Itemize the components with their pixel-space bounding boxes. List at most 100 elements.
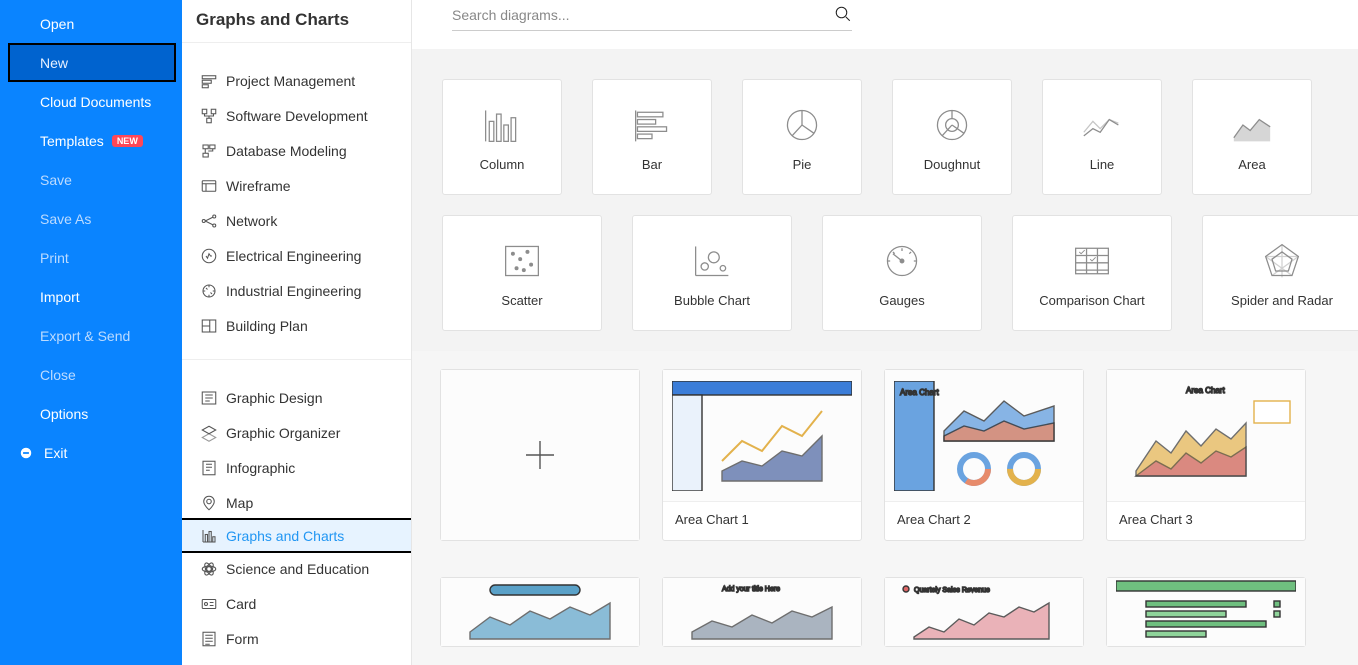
category-graphic-organizer[interactable]: Graphic Organizer bbox=[182, 415, 411, 450]
chart-type-grid-row2: Scatter Bubble Chart Gauges Comparison Char… bbox=[412, 215, 1358, 351]
menu-item-close[interactable]: Close bbox=[0, 355, 182, 394]
template-thumb: Add your title Here bbox=[663, 578, 861, 646]
chart-type-label: Bar bbox=[642, 157, 662, 172]
menu-item-label: Exit bbox=[44, 445, 67, 461]
template-row2-2[interactable]: Quartely Sales Revenue bbox=[884, 577, 1084, 647]
template-area-chart-3[interactable]: Area ChartArea Chart 3 bbox=[1106, 369, 1306, 541]
plus-icon bbox=[441, 370, 639, 540]
menu-item-save-as[interactable]: Save As bbox=[0, 199, 182, 238]
category-graphic-design[interactable]: Graphic Design bbox=[182, 380, 411, 415]
pm-icon bbox=[200, 72, 226, 90]
scatter-icon bbox=[498, 239, 546, 283]
ie-icon bbox=[200, 282, 226, 300]
nw-icon bbox=[200, 212, 226, 230]
category-wireframe[interactable]: Wireframe bbox=[182, 168, 411, 203]
template-grid-row2: Add your title Here Quartely Sales Revenu… bbox=[412, 559, 1358, 665]
chart-type-comparison[interactable]: Comparison Chart bbox=[1012, 215, 1172, 331]
wf-icon bbox=[200, 177, 226, 195]
radar-icon bbox=[1258, 239, 1306, 283]
bp-icon bbox=[200, 317, 226, 335]
category-map[interactable]: Map bbox=[182, 485, 411, 520]
chart-type-label: Column bbox=[480, 157, 525, 172]
category-label: Infographic bbox=[226, 460, 295, 476]
menu-item-cloud-documents[interactable]: Cloud Documents bbox=[0, 82, 182, 121]
menu-item-exit[interactable]: Exit bbox=[0, 433, 182, 472]
category-label: Form bbox=[226, 631, 259, 647]
category-electrical-engineering[interactable]: Electrical Engineering bbox=[182, 238, 411, 273]
menu-item-import[interactable]: Import bbox=[0, 277, 182, 316]
template-thumb bbox=[441, 578, 639, 646]
template-thumb bbox=[1107, 578, 1305, 646]
template-row2-0[interactable] bbox=[440, 577, 640, 647]
chart-type-column[interactable]: Column bbox=[442, 79, 562, 195]
category-infographic[interactable]: Infographic bbox=[182, 450, 411, 485]
search-input[interactable] bbox=[452, 7, 834, 23]
menu-item-options[interactable]: Options bbox=[0, 394, 182, 433]
menu-item-label: Print bbox=[40, 250, 69, 266]
chart-type-grid-row1: Column Bar Pie Doughnut Line Area bbox=[412, 49, 1358, 215]
category-network[interactable]: Network bbox=[182, 203, 411, 238]
menu-item-templates[interactable]: TemplatesNEW bbox=[0, 121, 182, 160]
svg-text:Area Chart: Area Chart bbox=[900, 388, 939, 397]
category-label: Network bbox=[226, 213, 277, 229]
minus-circle-icon bbox=[16, 446, 36, 460]
category-graphs-and-charts[interactable]: Graphs and Charts bbox=[182, 518, 412, 553]
category-database-modeling[interactable]: Database Modeling bbox=[182, 133, 411, 168]
chart-type-gauge[interactable]: Gauges bbox=[822, 215, 982, 331]
fm-icon bbox=[200, 630, 226, 648]
svg-text:Add your title Here: Add your title Here bbox=[722, 586, 780, 593]
gd-icon bbox=[200, 389, 226, 407]
category-card[interactable]: Card bbox=[182, 586, 411, 621]
category-label: Wireframe bbox=[226, 178, 291, 194]
chart-type-label: Bubble Chart bbox=[674, 293, 750, 308]
chart-type-radar[interactable]: Spider and Radar bbox=[1202, 215, 1358, 331]
ee-icon bbox=[200, 247, 226, 265]
category-label: Graphic Design bbox=[226, 390, 323, 406]
category-label: Card bbox=[226, 596, 256, 612]
category-project-management[interactable]: Project Management bbox=[182, 63, 411, 98]
chart-type-label: Doughnut bbox=[924, 157, 980, 172]
chart-type-line[interactable]: Line bbox=[1042, 79, 1162, 195]
bubble-icon bbox=[688, 239, 736, 283]
sd-icon bbox=[200, 107, 226, 125]
template-area-chart-1[interactable]: Area Chart 1 bbox=[662, 369, 862, 541]
menu-item-label: Save bbox=[40, 172, 72, 188]
search-box[interactable] bbox=[452, 5, 852, 31]
doughnut-icon bbox=[928, 103, 976, 147]
menu-item-open[interactable]: Open bbox=[0, 4, 182, 43]
menu-item-print[interactable]: Print bbox=[0, 238, 182, 277]
menu-item-label: Cloud Documents bbox=[40, 94, 151, 110]
menu-item-label: Save As bbox=[40, 211, 91, 227]
category-science-and-education[interactable]: Science and Education bbox=[182, 551, 411, 586]
line-icon bbox=[1078, 103, 1126, 147]
menu-item-export-send[interactable]: Export & Send bbox=[0, 316, 182, 355]
template-row2-3[interactable] bbox=[1106, 577, 1306, 647]
gc-icon bbox=[200, 527, 226, 545]
main-area: Column Bar Pie Doughnut Line Area Scatter Bubb… bbox=[412, 0, 1358, 665]
svg-text:Area Chart: Area Chart bbox=[1186, 386, 1225, 395]
template-thumb: Area Chart bbox=[1107, 370, 1305, 502]
chart-type-pie[interactable]: Pie bbox=[742, 79, 862, 195]
search-icon[interactable] bbox=[834, 5, 852, 26]
category-software-development[interactable]: Software Development bbox=[182, 98, 411, 133]
template-row2-1[interactable]: Add your title Here bbox=[662, 577, 862, 647]
pie-icon bbox=[778, 103, 826, 147]
chart-type-scatter[interactable]: Scatter bbox=[442, 215, 602, 331]
new-blank-template[interactable] bbox=[440, 369, 640, 541]
category-industrial-engineering[interactable]: Industrial Engineering bbox=[182, 273, 411, 308]
category-building-plan[interactable]: Building Plan bbox=[182, 308, 411, 343]
category-form[interactable]: Form bbox=[182, 621, 411, 656]
category-label: Database Modeling bbox=[226, 143, 347, 159]
chart-type-area[interactable]: Area bbox=[1192, 79, 1312, 195]
chart-type-bubble[interactable]: Bubble Chart bbox=[632, 215, 792, 331]
menu-item-save[interactable]: Save bbox=[0, 160, 182, 199]
menu-item-label: Open bbox=[40, 16, 74, 32]
chart-type-label: Gauges bbox=[879, 293, 925, 308]
chart-type-label: Scatter bbox=[501, 293, 542, 308]
category-group-2: Graphic Design Graphic Organizer Infograph… bbox=[182, 360, 411, 665]
chart-type-doughnut[interactable]: Doughnut bbox=[892, 79, 1012, 195]
menu-item-new[interactable]: New bbox=[8, 43, 176, 82]
chart-type-bar[interactable]: Bar bbox=[592, 79, 712, 195]
template-area-chart-2[interactable]: Area ChartArea Chart 2 bbox=[884, 369, 1084, 541]
go-icon bbox=[200, 424, 226, 442]
